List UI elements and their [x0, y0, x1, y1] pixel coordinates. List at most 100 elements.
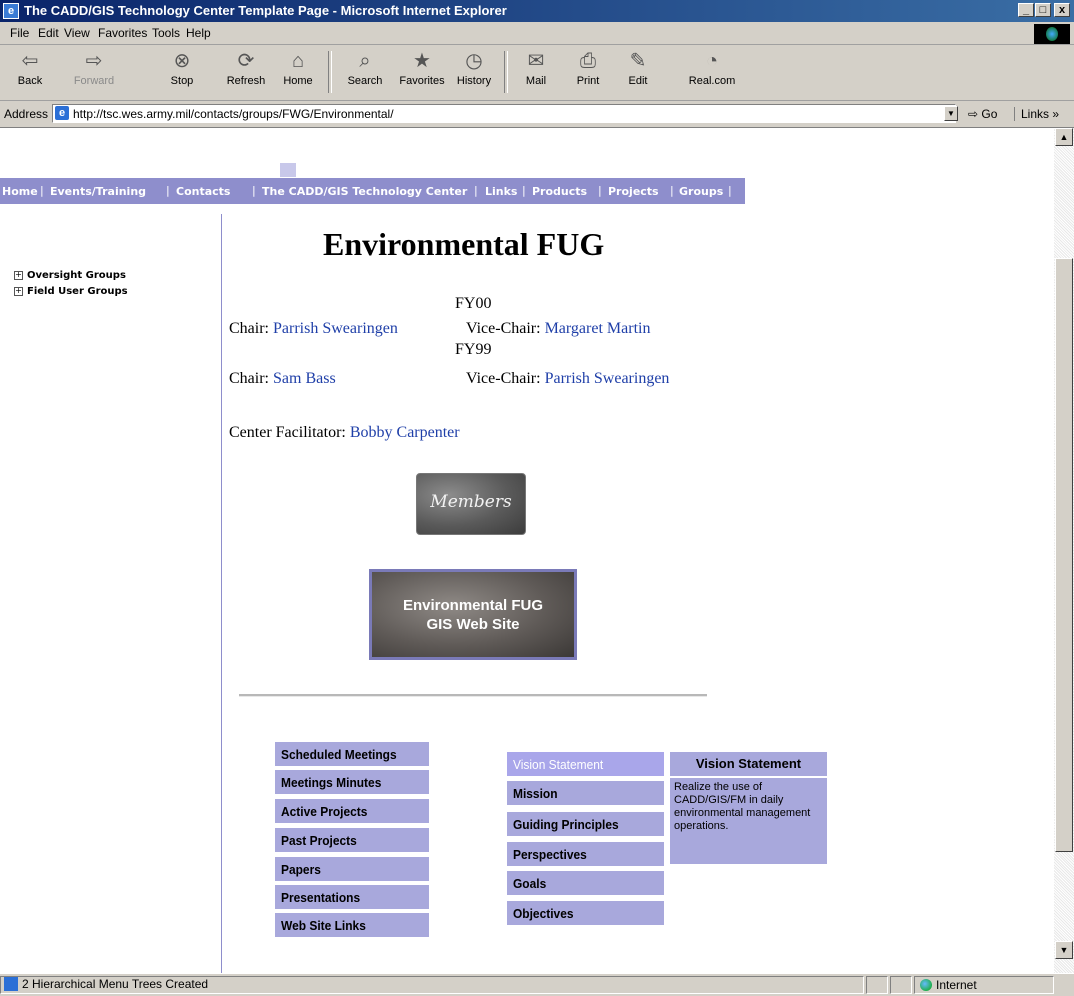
go-label: Go	[981, 107, 998, 121]
nav-contacts[interactable]: Contacts	[176, 185, 230, 198]
menu-tools[interactable]: Tools	[152, 26, 180, 40]
menu-item-past-projects[interactable]: Past Projects	[274, 827, 430, 853]
toolbar-separator	[328, 51, 332, 93]
back-button[interactable]: ⇦ Back	[10, 49, 50, 87]
toolbar: ⇦ Back ⇨ Forward ⊗ Stop ⟳ Refresh ⌂ Home ⌕ Sea…	[0, 45, 1074, 101]
sidebar-divider	[221, 214, 222, 973]
expand-plus-icon[interactable]: +	[14, 286, 23, 296]
home-icon: ⌂	[291, 50, 305, 72]
favorites-button[interactable]: ★ Favorites	[392, 49, 452, 87]
close-button[interactable]: x	[1054, 3, 1070, 17]
home-label: Home	[283, 75, 313, 87]
mail-icon: ✉	[527, 50, 545, 72]
refresh-button[interactable]: ⟳ Refresh	[222, 49, 270, 87]
go-button[interactable]: ⇨ Go	[968, 107, 997, 121]
nav-cadd-gis-center[interactable]: The CADD/GIS Technology Center	[262, 185, 467, 198]
search-button[interactable]: ⌕ Search	[340, 49, 390, 87]
internet-zone-icon	[920, 979, 932, 991]
menu-item-mission[interactable]: Mission	[506, 780, 665, 806]
edit-button[interactable]: ✎ Edit	[618, 49, 658, 87]
fy99-vice-row: Vice-Chair: Parrish Swearingen	[466, 370, 669, 388]
status-text: 2 Hierarchical Menu Trees Created	[22, 977, 209, 991]
nav-links[interactable]: Links	[485, 185, 517, 198]
page-icon: e	[55, 106, 69, 120]
page-status-icon	[4, 977, 18, 991]
facilitator-link[interactable]: Bobby Carpenter	[350, 424, 460, 441]
vertical-scrollbar[interactable]: ▲ ▼	[1054, 128, 1074, 973]
stop-icon: ⊗	[173, 50, 191, 72]
menu-item-vision-statement[interactable]: Vision Statement	[506, 751, 665, 777]
print-button[interactable]: ⎙ Print	[568, 49, 608, 87]
nav-separator: |	[166, 184, 170, 197]
nav-products[interactable]: Products	[532, 185, 587, 198]
fy99-chair-row: Chair: Sam Bass	[229, 370, 336, 388]
facilitator-row: Center Facilitator: Bobby Carpenter	[229, 424, 460, 442]
fy99-vice-chair-link[interactable]: Parrish Swearingen	[545, 370, 670, 387]
menu-view[interactable]: View	[64, 26, 90, 40]
page-content: Home | Events/Training | Contacts | The …	[0, 128, 1054, 973]
nav-separator: |	[40, 184, 44, 197]
site-nav-bar: Home | Events/Training | Contacts | The …	[0, 178, 745, 204]
fy00-vice-chair-link[interactable]: Margaret Martin	[545, 320, 651, 337]
realcom-icon: ◔	[705, 50, 719, 72]
maximize-button[interactable]: □	[1035, 3, 1051, 17]
scroll-down-button[interactable]: ▼	[1055, 941, 1073, 959]
menu-label: Presentations	[281, 890, 361, 905]
back-label: Back	[17, 75, 43, 87]
menu-edit[interactable]: Edit	[38, 26, 59, 40]
forward-arrow-icon: ⇨	[85, 50, 103, 72]
menu-item-presentations[interactable]: Presentations	[274, 884, 430, 910]
menu-file[interactable]: File	[10, 26, 29, 40]
nav-separator: |	[670, 184, 674, 197]
menu-item-meetings-minutes[interactable]: Meetings Minutes	[274, 769, 430, 795]
nav-home[interactable]: Home	[2, 185, 38, 198]
menu-item-perspectives[interactable]: Perspectives	[506, 841, 665, 867]
vision-statement-heading: Vision Statement	[670, 752, 827, 778]
mail-button[interactable]: ✉ Mail	[516, 49, 556, 87]
menu-item-goals[interactable]: Goals	[506, 870, 665, 896]
toolbar-separator	[504, 51, 508, 93]
scroll-up-button[interactable]: ▲	[1055, 128, 1073, 146]
home-button[interactable]: ⌂ Home	[278, 49, 318, 87]
menu-help[interactable]: Help	[186, 26, 211, 40]
scroll-thumb[interactable]	[1055, 258, 1073, 852]
mail-label: Mail	[525, 75, 547, 87]
members-button[interactable]: Members	[416, 473, 526, 535]
favorites-icon: ★	[413, 50, 431, 72]
tree-item-field-user-groups[interactable]: + Field User Groups	[14, 286, 128, 297]
nav-events-training[interactable]: Events/Training	[50, 185, 146, 198]
menu-item-active-projects[interactable]: Active Projects	[274, 798, 430, 824]
stop-label: Stop	[170, 75, 194, 87]
history-button[interactable]: ◷ History	[452, 49, 496, 87]
menu-favorites[interactable]: Favorites	[98, 26, 147, 40]
menu-item-papers[interactable]: Papers	[274, 856, 430, 882]
realcom-button[interactable]: ◔ Real.com	[682, 49, 742, 87]
tree-item-oversight-groups[interactable]: + Oversight Groups	[14, 270, 126, 281]
address-input[interactable]: e http://tsc.wes.army.mil/contacts/group…	[52, 104, 956, 123]
menu-item-web-site-links[interactable]: Web Site Links	[274, 912, 430, 938]
menu-label: Vision Statement	[513, 757, 604, 772]
edit-icon: ✎	[629, 50, 647, 72]
fy00-vice-row: Vice-Chair: Margaret Martin	[466, 320, 650, 338]
address-dropdown-button[interactable]: ▼	[944, 106, 958, 121]
minimize-button[interactable]: _	[1018, 3, 1034, 17]
stop-button[interactable]: ⊗ Stop	[162, 49, 202, 87]
nav-projects[interactable]: Projects	[608, 185, 659, 198]
nav-groups[interactable]: Groups	[679, 185, 723, 198]
menu-item-objectives[interactable]: Objectives	[506, 900, 665, 926]
nav-separator: |	[252, 184, 256, 197]
vision-statement-text: Realize the use of CADD/GIS/FM in daily …	[674, 781, 811, 832]
menu-item-scheduled-meetings[interactable]: Scheduled Meetings	[274, 741, 430, 767]
expand-plus-icon[interactable]: +	[14, 270, 23, 280]
favorites-label: Favorites	[399, 75, 445, 87]
chair-label: Chair:	[229, 320, 269, 337]
vice-chair-label: Vice-Chair:	[466, 320, 541, 337]
fy99-chair-link[interactable]: Sam Bass	[273, 370, 336, 387]
links-button[interactable]: Links »	[1014, 107, 1059, 121]
forward-button[interactable]: ⇨ Forward	[68, 49, 120, 87]
page-title: Environmental FUG	[323, 226, 605, 262]
search-label: Search	[347, 75, 383, 87]
menu-item-guiding-principles[interactable]: Guiding Principles	[506, 811, 665, 837]
fy00-chair-link[interactable]: Parrish Swearingen	[273, 320, 398, 337]
gis-web-site-button[interactable]: Environmental FUG GIS Web Site	[369, 569, 577, 660]
